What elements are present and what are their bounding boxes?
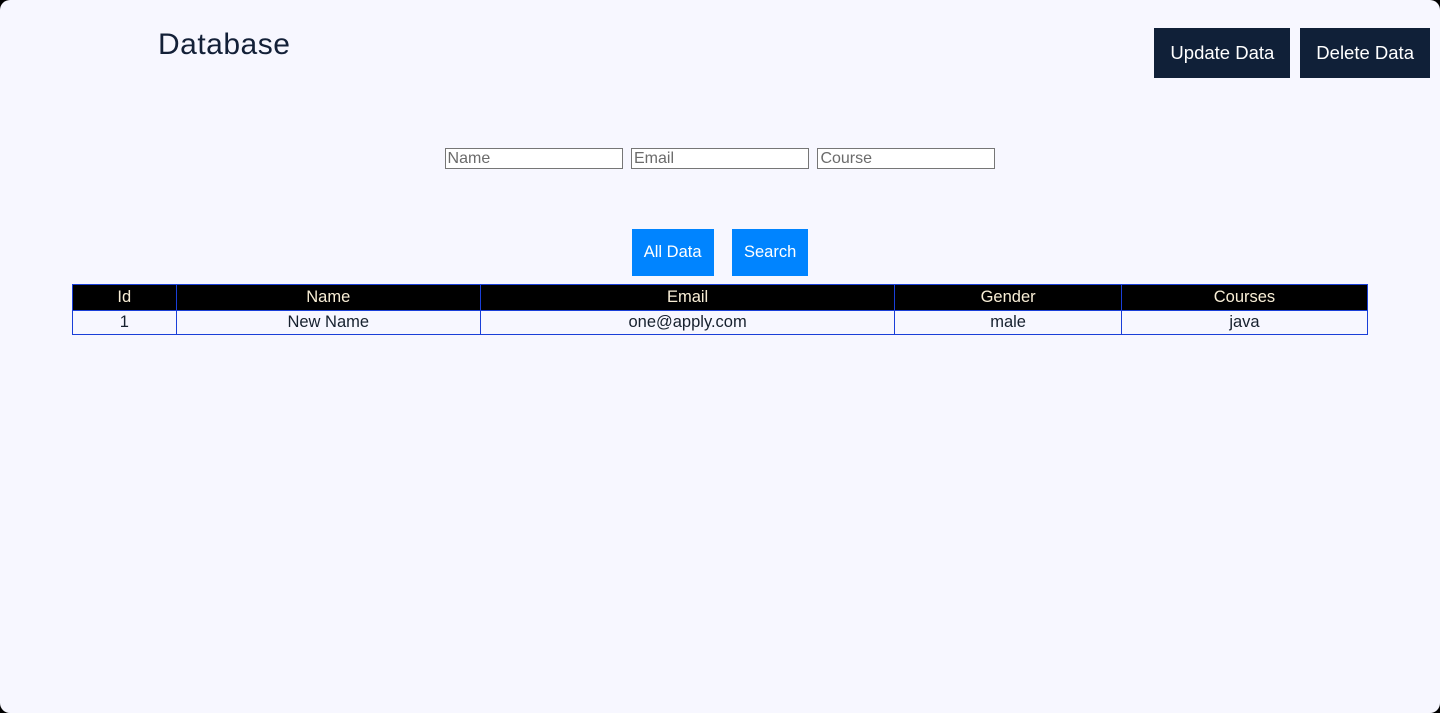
search-button[interactable]: Search bbox=[732, 229, 808, 276]
name-input[interactable] bbox=[445, 148, 623, 169]
page-title: Database bbox=[158, 28, 290, 62]
all-data-button[interactable]: All Data bbox=[632, 229, 714, 276]
table-row: 1 New Name one@apply.com male java bbox=[73, 311, 1368, 335]
header-buttons: Update Data Delete Data bbox=[1154, 28, 1430, 78]
course-input[interactable] bbox=[817, 148, 995, 169]
col-header-email: Email bbox=[480, 285, 894, 311]
data-table: Id Name Email Gender Courses 1 New Name … bbox=[72, 284, 1368, 335]
page-container: Database Update Data Delete Data All Dat… bbox=[0, 0, 1440, 713]
delete-data-button[interactable]: Delete Data bbox=[1300, 28, 1430, 78]
search-row bbox=[0, 148, 1440, 169]
action-row: All Data Search bbox=[0, 229, 1440, 276]
cell-id: 1 bbox=[73, 311, 177, 335]
cell-email: one@apply.com bbox=[480, 311, 894, 335]
col-header-gender: Gender bbox=[895, 285, 1122, 311]
col-header-courses: Courses bbox=[1121, 285, 1367, 311]
col-header-id: Id bbox=[73, 285, 177, 311]
cell-name: New Name bbox=[176, 311, 480, 335]
update-data-button[interactable]: Update Data bbox=[1154, 28, 1290, 78]
header: Database Update Data Delete Data bbox=[0, 0, 1440, 78]
cell-courses: java bbox=[1121, 311, 1367, 335]
col-header-name: Name bbox=[176, 285, 480, 311]
table-header-row: Id Name Email Gender Courses bbox=[73, 285, 1368, 311]
email-input[interactable] bbox=[631, 148, 809, 169]
data-table-wrap: Id Name Email Gender Courses 1 New Name … bbox=[72, 284, 1368, 335]
cell-gender: male bbox=[895, 311, 1122, 335]
